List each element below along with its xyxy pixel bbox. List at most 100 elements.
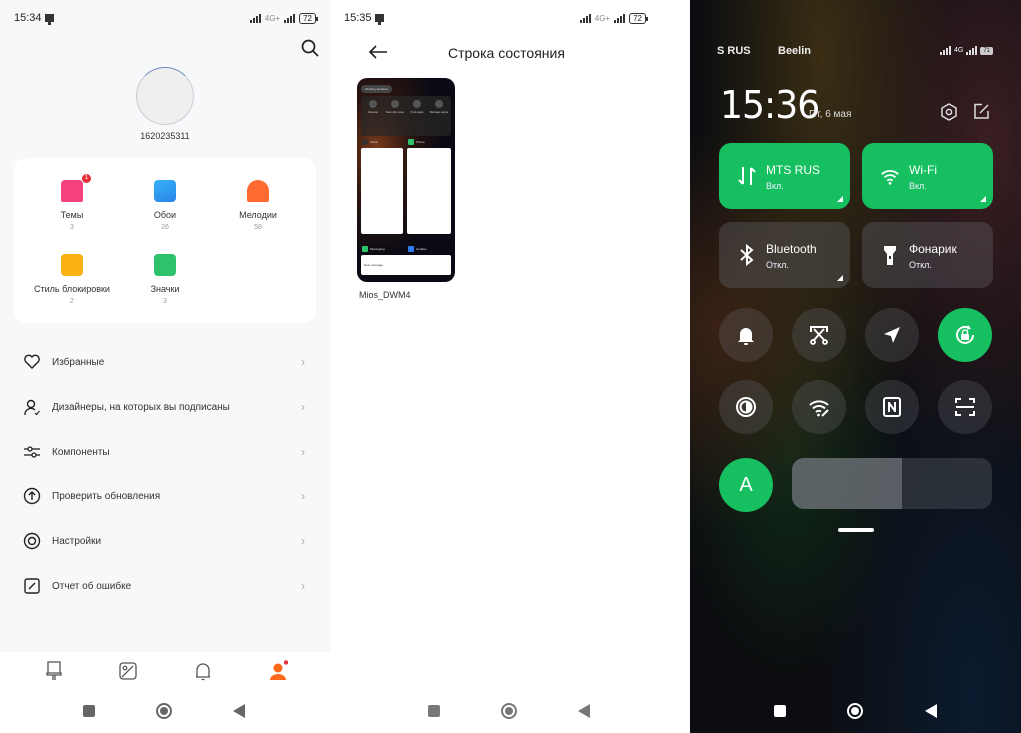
menu-item-settings[interactable]: Настройки › — [0, 519, 330, 563]
toggle-wifi-share[interactable] — [792, 380, 846, 434]
category-lock-style[interactable]: Стиль блокировки 2 — [22, 254, 122, 305]
clock: 15:36 — [720, 83, 820, 127]
tile-flashlight[interactable]: Фонарик Откл. — [862, 222, 993, 288]
expand-corner-icon[interactable] — [980, 196, 986, 202]
category-icons[interactable]: Значки 3 — [115, 254, 215, 305]
notification-badge: 1 — [82, 174, 91, 183]
edit-icon[interactable] — [973, 103, 990, 120]
signal-icon — [939, 46, 951, 55]
category-label: Обои — [153, 210, 177, 220]
mobile-data-icon — [738, 167, 756, 185]
menu-label: Компоненты — [52, 446, 110, 458]
categories-card: 1 Темы 3 Обои 26 Мелодии 58 Стиль блокир… — [14, 158, 316, 323]
menu-item-followed-designers[interactable]: Дизайнеры, на которых вы подписаны › — [0, 385, 330, 429]
tile-wifi[interactable]: Wi-Fi Вкл. — [862, 143, 993, 209]
back-button[interactable] — [578, 704, 590, 718]
signal-icon — [284, 13, 296, 23]
home-button[interactable] — [501, 703, 517, 719]
upload-circle-icon — [23, 487, 41, 505]
carrier-label: S RUS — [717, 45, 751, 57]
bell-tab-icon[interactable] — [193, 660, 213, 682]
dark-mode-icon — [736, 397, 756, 417]
profile-tab-icon[interactable] — [268, 660, 288, 682]
date: Пт, 6 мая — [809, 109, 852, 120]
wallpaper-tab-icon[interactable] — [118, 660, 138, 682]
toggle-screenshot[interactable] — [792, 308, 846, 362]
avatar[interactable] — [136, 67, 194, 125]
tile-state: Вкл. — [909, 181, 927, 191]
network-type: 4G+ — [264, 13, 281, 23]
chevron-right-icon: › — [301, 445, 305, 459]
menu-label: Дизайнеры, на которых вы подписаны — [52, 401, 230, 413]
scanner-icon — [955, 398, 975, 416]
messaging-app-icon — [362, 246, 368, 252]
control-center-screen: S RUS Beelin 4G 71 15:36 Пт, 6 мая MTS RU… — [690, 0, 1021, 733]
home-button[interactable] — [847, 703, 863, 719]
themes-tab-icon[interactable] — [44, 660, 64, 682]
category-ringtones[interactable]: Мелодии 58 — [208, 180, 308, 231]
edit-square-icon — [24, 578, 40, 594]
signal-icon — [966, 46, 978, 55]
auto-brightness-button[interactable]: A — [719, 458, 773, 512]
brightness-slider[interactable] — [792, 458, 992, 509]
menu-item-favorites[interactable]: Избранные › — [0, 340, 330, 384]
category-count: 2 — [70, 298, 74, 305]
icons-grid-icon — [154, 254, 176, 276]
toggle-dark-mode[interactable] — [719, 380, 773, 434]
thumb-tool: Cleaner — [363, 100, 383, 114]
toggle-rotation-lock[interactable] — [938, 308, 992, 362]
screenshot-scissors-icon — [810, 326, 828, 345]
thumb-app-label: Updater — [416, 247, 427, 251]
toggle-silent[interactable] — [719, 308, 773, 362]
battery-indicator: 72 — [629, 12, 648, 24]
theme-thumbnail[interactable]: Floating windows Cleaner Security scan F… — [357, 78, 455, 282]
tile-mobile-data[interactable]: MTS RUS Вкл. — [719, 143, 850, 209]
system-navigation-bar — [690, 703, 1021, 721]
tile-label: MTS RUS — [766, 163, 820, 177]
back-button[interactable] — [233, 704, 245, 718]
network-type: 4G — [953, 47, 964, 54]
back-button[interactable] — [925, 704, 937, 718]
drag-handle[interactable] — [838, 528, 874, 532]
toggle-scanner[interactable] — [938, 380, 992, 434]
chevron-right-icon: › — [301, 400, 305, 414]
settings-icon[interactable] — [940, 103, 958, 121]
home-button[interactable] — [156, 703, 172, 719]
toggle-nfc[interactable] — [865, 380, 919, 434]
themes-brush-icon: 1 — [61, 174, 91, 202]
expand-corner-icon[interactable] — [837, 275, 843, 281]
signal-icon — [579, 13, 591, 23]
chevron-right-icon: › — [301, 579, 305, 593]
heart-icon — [24, 354, 40, 369]
search-icon[interactable] — [300, 38, 320, 58]
menu-item-check-updates[interactable]: Проверить обновления › — [0, 474, 330, 518]
menu-item-components[interactable]: Компоненты › — [0, 430, 330, 474]
recents-button[interactable] — [83, 705, 95, 717]
tile-bluetooth[interactable]: Bluetooth Откл. — [719, 222, 850, 288]
recents-button[interactable] — [428, 705, 440, 717]
category-wallpapers[interactable]: Обои 26 — [115, 180, 215, 231]
status-time: 15:35 — [344, 12, 372, 24]
system-navigation-bar — [0, 703, 330, 721]
menu-item-bug-report[interactable]: Отчет об ошибке › — [0, 564, 330, 608]
expand-corner-icon[interactable] — [837, 196, 843, 202]
rotation-lock-icon — [956, 325, 974, 344]
tile-label: Фонарик — [909, 242, 957, 256]
category-themes[interactable]: 1 Темы 3 — [22, 174, 122, 231]
toggle-location[interactable] — [865, 308, 919, 362]
updater-app-icon — [408, 246, 414, 252]
category-count: 3 — [163, 298, 167, 305]
system-navigation-bar — [330, 703, 690, 721]
theme-name: Mios_DWM4 — [359, 290, 411, 300]
recents-button[interactable] — [774, 705, 786, 717]
nfc-icon — [883, 397, 901, 417]
category-count: 58 — [254, 224, 262, 231]
category-count: 26 — [161, 224, 169, 231]
clock-app-icon — [362, 139, 368, 145]
back-arrow-icon[interactable] — [368, 44, 388, 60]
chevron-right-icon: › — [301, 534, 305, 548]
tile-label: Bluetooth — [766, 242, 817, 256]
network-type: 4G+ — [594, 13, 611, 23]
menu-label: Отчет об ошибке — [52, 580, 132, 592]
bell-icon — [738, 328, 754, 345]
